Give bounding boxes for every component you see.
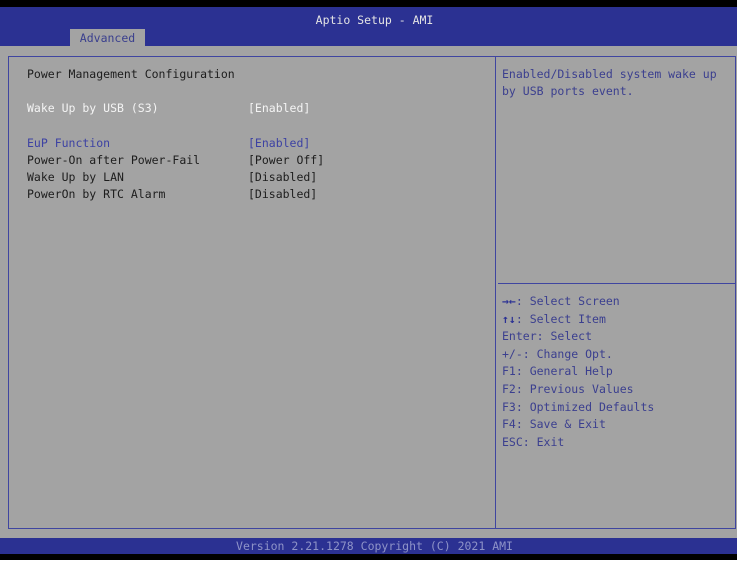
key-hint-text: : Optimized Defaults — [515, 399, 655, 414]
key-hint-enter: Enter: Select — [502, 328, 654, 346]
key-hint-select-screen: →←: Select Screen — [502, 293, 654, 311]
setting-value[interactable]: [Disabled] — [248, 169, 317, 185]
footer-bar: Version 2.21.1278 Copyright (C) 2021 AMI — [0, 538, 737, 554]
key-name: Enter — [502, 329, 537, 344]
key-hint-text: : Previous Values — [515, 381, 634, 396]
key-hint-text: : Change Opt. — [522, 346, 613, 361]
key-hint-text: : Select — [536, 329, 593, 344]
key-hint-f3: F3: Optimized Defaults — [502, 399, 654, 417]
panel-divider — [495, 56, 496, 529]
help-separator — [498, 283, 735, 284]
key-name: F3 — [502, 399, 516, 414]
key-hint-change-opt: +/-: Change Opt. — [502, 346, 654, 364]
key-hint-select-item: ↑↓: Select Item — [502, 311, 654, 329]
bios-screen: Aptio Setup - AMI Advanced Power Managem… — [0, 0, 737, 560]
header-bar: Aptio Setup - AMI Advanced — [0, 7, 737, 46]
up-down-arrow-icon: ↑↓ — [502, 311, 516, 326]
key-hint-text: : Select Item — [515, 311, 606, 326]
key-name: +/- — [502, 346, 523, 361]
setting-label: Wake Up by LAN — [27, 170, 124, 184]
setting-value[interactable]: [Disabled] — [248, 186, 317, 202]
page-heading: Power Management Configuration — [27, 67, 235, 81]
key-legend: →←: Select Screen ↑↓: Select Item Enter:… — [502, 293, 654, 451]
setting-label: PowerOn by RTC Alarm — [27, 187, 166, 201]
key-hint-f4: F4: Save & Exit — [502, 416, 654, 434]
key-hint-text: : Save & Exit — [515, 417, 606, 432]
bottom-border — [0, 554, 737, 560]
setting-label: EuP Function — [27, 136, 111, 150]
window-title: Aptio Setup - AMI — [315, 13, 434, 27]
key-name: F1 — [502, 364, 516, 379]
key-hint-f1: F1: General Help — [502, 363, 654, 381]
tab-advanced[interactable]: Advanced — [70, 29, 145, 46]
key-name: F2 — [502, 381, 516, 396]
setting-value[interactable]: [Enabled] — [248, 135, 310, 151]
top-border — [0, 0, 737, 7]
setting-label: Power-On after Power-Fail — [27, 153, 201, 167]
setting-value[interactable]: [Enabled] — [248, 100, 310, 116]
key-hint-text: : Exit — [522, 434, 565, 449]
setting-value[interactable]: [Power Off] — [248, 152, 324, 168]
left-right-arrow-icon: →← — [502, 294, 516, 308]
key-hint-text: : Select Screen — [515, 294, 620, 308]
version-text: Version 2.21.1278 Copyright (C) 2021 AMI — [236, 539, 513, 553]
key-name: ESC — [502, 434, 523, 449]
key-hint-text: : General Help — [515, 364, 613, 379]
key-hint-esc: ESC: Exit — [502, 434, 654, 452]
key-hint-f2: F2: Previous Values — [502, 381, 654, 399]
key-name: F4 — [502, 417, 516, 432]
help-description: Enabled/Disabled system wake up by USB p… — [502, 67, 717, 98]
setting-label: Wake Up by USB (S3) — [27, 101, 159, 115]
